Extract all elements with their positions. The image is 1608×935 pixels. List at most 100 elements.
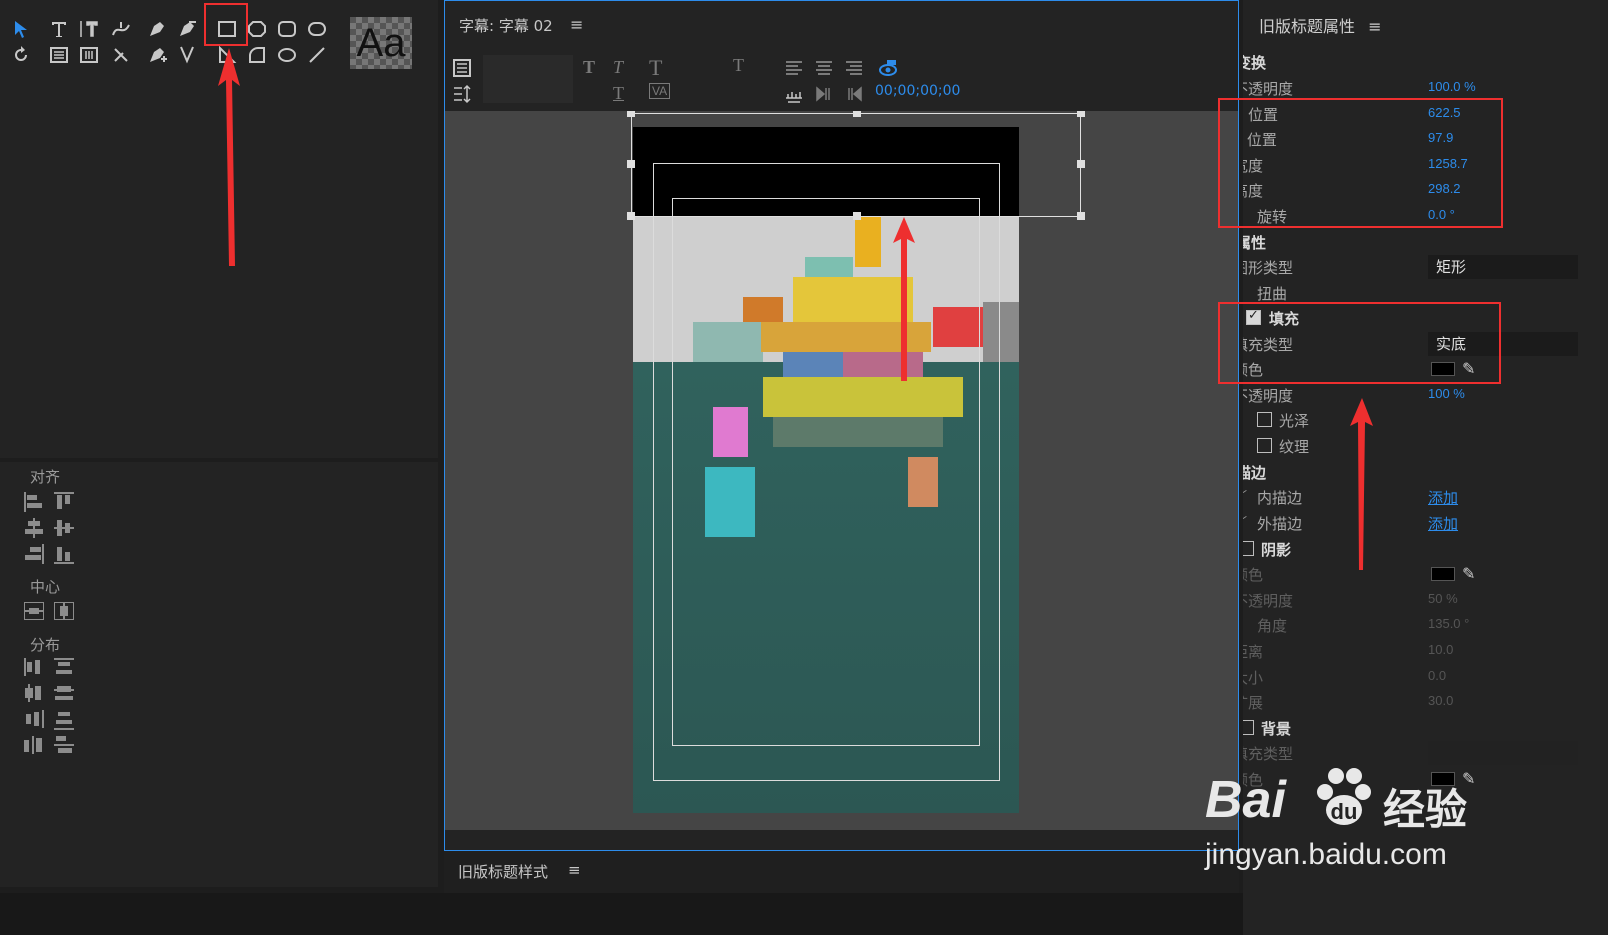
- properties-menu-icon[interactable]: ≡: [1368, 17, 1381, 36]
- vertical-type-tool-icon[interactable]: [76, 16, 102, 42]
- action-safe-margin: [672, 198, 980, 746]
- annotation-arrow-icon: [1350, 398, 1373, 570]
- show-background-video-icon[interactable]: [875, 55, 901, 81]
- background-fill-type-dropdown[interactable]: [1428, 741, 1578, 765]
- selected-shape-bounding-box[interactable]: [627, 111, 1085, 220]
- texture-checkbox[interactable]: [1257, 438, 1272, 453]
- eyedropper-icon[interactable]: ✎: [1462, 564, 1475, 583]
- shadow-size-value[interactable]: 0.0: [1428, 668, 1446, 683]
- transform-opacity-row: 不透明度 100.0 %: [1243, 79, 1476, 98]
- bold-icon[interactable]: T: [583, 57, 595, 78]
- chevron-down-icon[interactable]: ﹀: [1243, 487, 1247, 504]
- area-type-tool-icon[interactable]: [46, 42, 72, 68]
- distribute-left-icon[interactable]: [24, 658, 44, 678]
- kerning-icon[interactable]: VA: [649, 83, 671, 99]
- resize-handle[interactable]: [853, 111, 861, 117]
- shadow-spread-value[interactable]: 30.0: [1428, 693, 1453, 708]
- distribute-vertical-center-icon[interactable]: [54, 684, 74, 704]
- line-tool-icon[interactable]: [304, 42, 330, 68]
- add-outer-stroke-link[interactable]: 添加: [1428, 513, 1458, 534]
- shadow-section-header[interactable]: ﹀ 阴影: [1243, 537, 1608, 561]
- resize-handle[interactable]: [1077, 111, 1085, 117]
- monitor-menu-icon[interactable]: ≡: [570, 15, 583, 34]
- background-checkbox[interactable]: [1243, 720, 1254, 735]
- tab-ruler-icon[interactable]: [781, 81, 807, 107]
- align-bottom-icon[interactable]: [54, 544, 74, 564]
- distribute-horizontal-center-icon[interactable]: [24, 684, 44, 704]
- resize-handle[interactable]: [853, 212, 861, 220]
- leading-icon[interactable]: T: [733, 55, 744, 76]
- transform-opacity-value[interactable]: 100.0 %: [1428, 79, 1476, 94]
- resize-handle[interactable]: [627, 160, 635, 168]
- align-left-icon[interactable]: [24, 492, 44, 512]
- font-size-icon[interactable]: T: [649, 55, 662, 81]
- distribute-top-icon[interactable]: [54, 658, 74, 678]
- center-horizontal-icon[interactable]: [24, 602, 44, 620]
- center-text-icon[interactable]: [811, 55, 837, 81]
- fill-opacity-row: 不透明度 100 %: [1243, 386, 1465, 405]
- shadow-angle-row[interactable]: › 角度 135.0 °: [1243, 613, 1608, 637]
- align-right-text-icon[interactable]: [841, 55, 867, 81]
- vertical-path-type-tool-icon[interactable]: [108, 42, 134, 68]
- shadow-color-row: 颜色 ✎: [1243, 564, 1476, 584]
- pen-tool-icon[interactable]: [144, 16, 170, 42]
- align-vertical-center-icon[interactable]: [54, 518, 74, 538]
- path-type-tool-icon[interactable]: [108, 16, 134, 42]
- distribute-vertical-even-icon[interactable]: [54, 736, 74, 756]
- resize-handle[interactable]: [627, 111, 635, 117]
- shadow-distance-value[interactable]: 10.0: [1428, 642, 1453, 657]
- fill-opacity-value[interactable]: 100 %: [1428, 386, 1465, 401]
- selection-tool-icon[interactable]: [8, 16, 34, 42]
- shadow-opacity-value[interactable]: 50 %: [1428, 591, 1458, 606]
- texture-row[interactable]: › 纹理: [1243, 434, 1608, 458]
- chevron-down-icon[interactable]: ﹀: [1243, 513, 1247, 530]
- title-canvas[interactable]: [445, 111, 1238, 830]
- transform-section-header[interactable]: ﹀ 变换: [1243, 50, 1608, 74]
- resize-handle[interactable]: [1077, 212, 1085, 220]
- styles-menu-icon[interactable]: ≡: [568, 861, 581, 879]
- distribute-label: 分布: [30, 636, 61, 654]
- center-vertical-icon[interactable]: [54, 602, 74, 620]
- style-preview-swatch[interactable]: Aa: [350, 17, 412, 69]
- sheen-checkbox[interactable]: [1257, 412, 1272, 427]
- distribute-bottom-icon[interactable]: [54, 710, 74, 730]
- distribute-right-icon[interactable]: [24, 710, 44, 730]
- shadow-angle-value[interactable]: 135.0 °: [1428, 616, 1469, 631]
- background-section-header[interactable]: ﹀ 背景: [1243, 716, 1608, 740]
- align-top-icon[interactable]: [54, 492, 74, 512]
- shadow-color-swatch[interactable]: [1431, 567, 1455, 581]
- resize-handle[interactable]: [627, 212, 635, 220]
- convert-anchor-point-tool-icon[interactable]: [174, 42, 200, 68]
- font-family-dropdown[interactable]: [483, 55, 573, 103]
- type-tool-icon[interactable]: [46, 16, 72, 42]
- distribute-horizontal-even-icon[interactable]: [24, 736, 44, 756]
- rounded-rectangle-tool-icon[interactable]: [304, 16, 330, 42]
- add-anchor-point-tool-icon[interactable]: [144, 42, 170, 68]
- strokes-section-header[interactable]: ﹀ 描边: [1243, 460, 1608, 484]
- monitor-title: 字幕: 字幕 02: [459, 17, 553, 35]
- sheen-row[interactable]: › 光泽: [1243, 408, 1608, 432]
- align-horizontal-center-icon[interactable]: [24, 518, 44, 538]
- annotation-highlight-rectangle-tool: [204, 3, 248, 46]
- ellipse-tool-icon[interactable]: [274, 42, 300, 68]
- tab-stops-icon[interactable]: [449, 81, 475, 107]
- shadow-distance-row: 距离 10.0: [1243, 642, 1454, 661]
- attributes-section-header[interactable]: ﹀ 属性: [1243, 230, 1608, 254]
- align-right-icon[interactable]: [24, 544, 44, 564]
- delete-anchor-point-tool-icon[interactable]: [174, 16, 200, 42]
- play-forward-icon[interactable]: [811, 81, 837, 107]
- shape-type-dropdown[interactable]: 矩形: [1428, 255, 1578, 279]
- add-inner-stroke-link[interactable]: 添加: [1428, 487, 1458, 508]
- rounded-corner-rectangle-tool-icon[interactable]: [274, 16, 300, 42]
- play-back-icon[interactable]: [841, 81, 867, 107]
- resize-handle[interactable]: [1077, 160, 1085, 168]
- legacy-title-styles-tab[interactable]: 旧版标题样式 ≡: [444, 851, 1239, 893]
- align-left-text-icon[interactable]: [781, 55, 807, 81]
- roll-crawl-options-icon[interactable]: [449, 55, 475, 81]
- background-video-timecode[interactable]: 00;00;00;00: [875, 83, 960, 99]
- italic-icon[interactable]: T: [613, 57, 623, 78]
- underline-icon[interactable]: T: [613, 83, 624, 104]
- rotation-tool-icon[interactable]: [8, 42, 34, 68]
- vertical-area-type-tool-icon[interactable]: [76, 42, 102, 68]
- shadow-checkbox[interactable]: [1243, 541, 1254, 556]
